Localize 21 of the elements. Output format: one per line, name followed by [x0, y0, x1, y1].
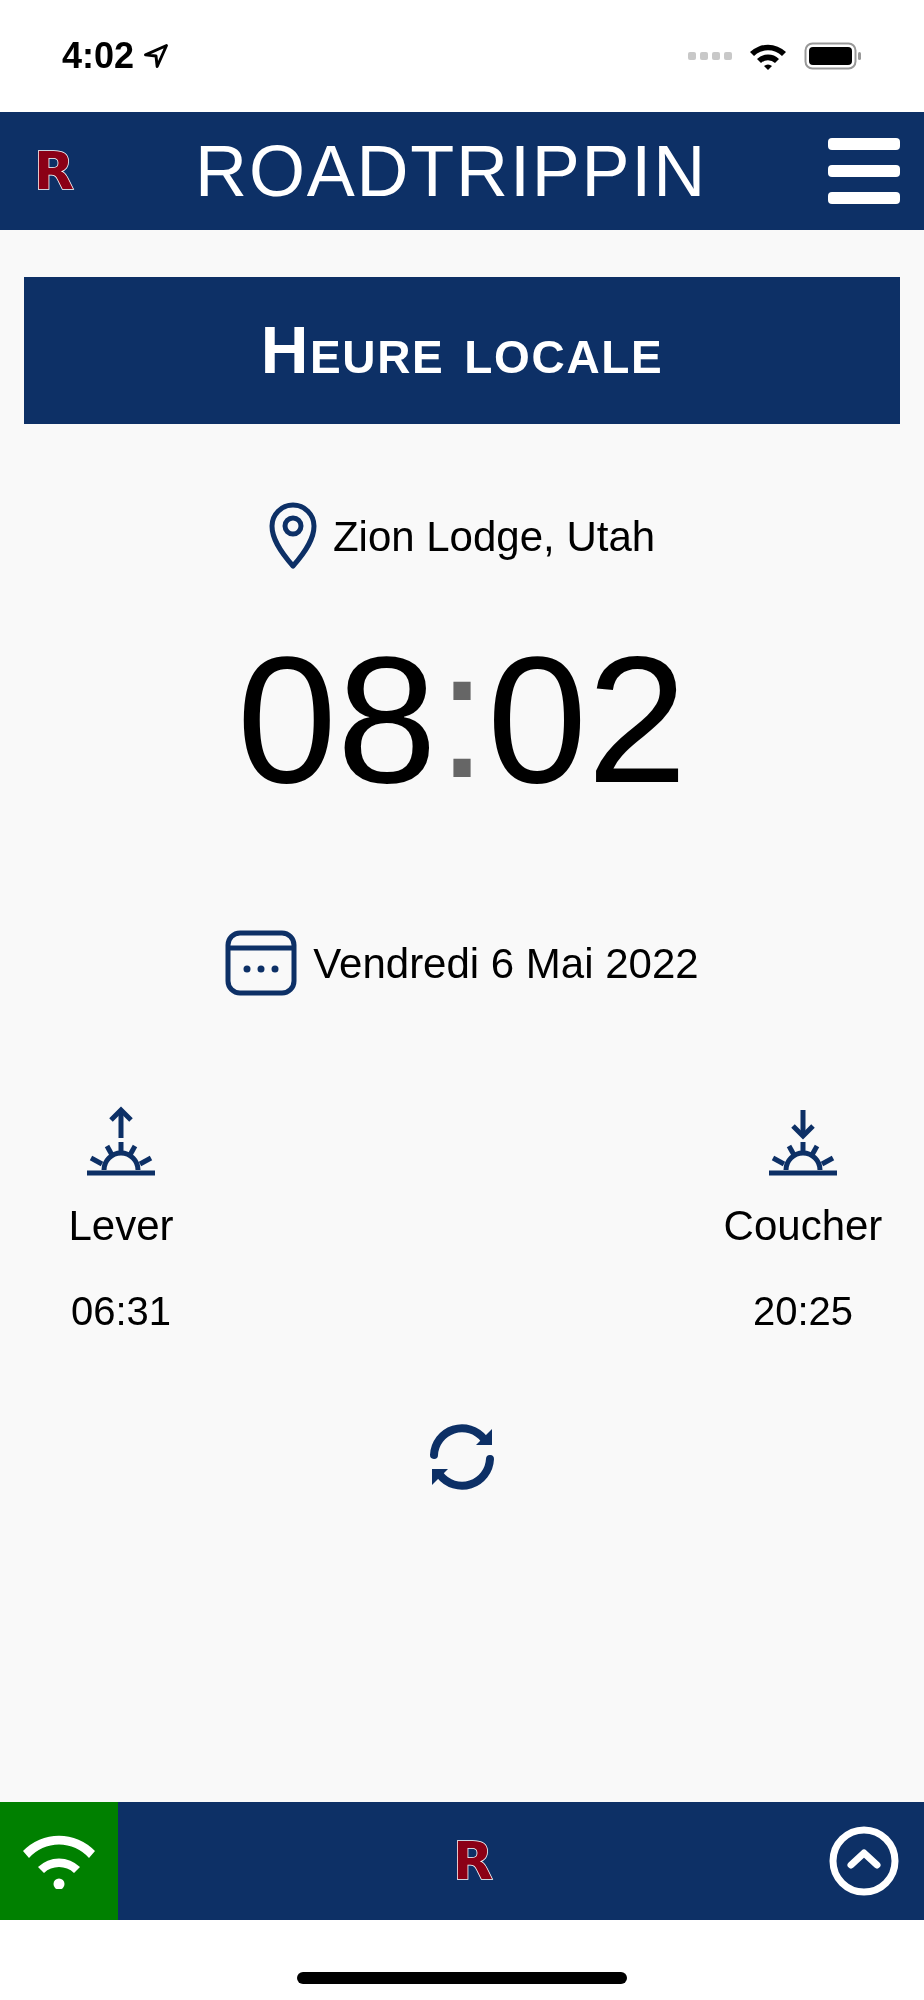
- battery-icon: [804, 42, 862, 70]
- menu-icon[interactable]: [828, 136, 900, 206]
- sunrise-icon: [85, 1106, 157, 1178]
- logo[interactable]: R: [34, 145, 75, 197]
- sun-time: 20:25: [752, 1288, 854, 1335]
- date-text: Vendredi 6 Mai 2022: [313, 938, 699, 989]
- signal-icon: [688, 50, 732, 62]
- section-title: Heure locale: [260, 312, 664, 389]
- wifi-icon: [23, 1833, 95, 1889]
- status-time: 4:02: [62, 34, 135, 78]
- sun-label: Lever: [68, 1201, 174, 1251]
- app-title: ROADTRIPPIN: [195, 135, 707, 207]
- location-pin-icon: [268, 502, 317, 570]
- sun-time: 06:31: [70, 1288, 172, 1335]
- sun-label: Coucher: [723, 1201, 883, 1251]
- scroll-up-icon[interactable]: [828, 1825, 900, 1897]
- logo[interactable]: R: [452, 1835, 493, 1887]
- local-time: 08:02: [236, 630, 688, 810]
- location-arrow-icon: [142, 42, 171, 70]
- location-name: Zion Lodge, Utah: [332, 511, 656, 562]
- calendar-icon: [225, 930, 298, 996]
